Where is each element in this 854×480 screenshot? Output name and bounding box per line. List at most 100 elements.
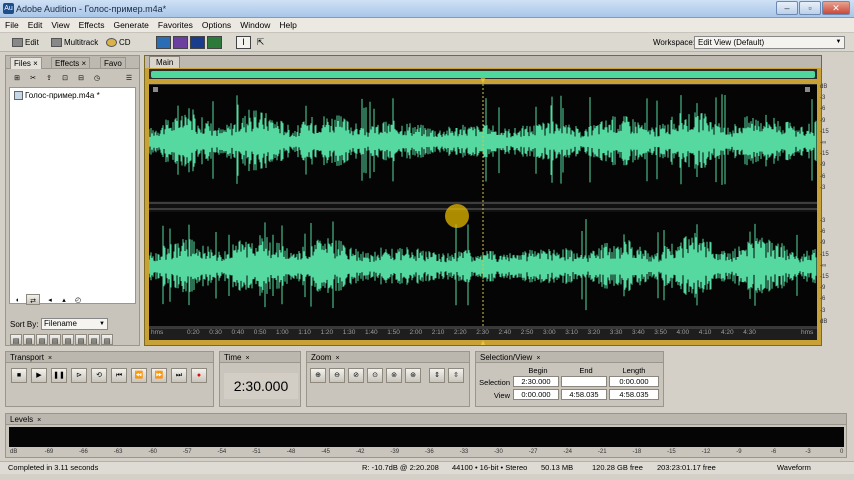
- edit-view-icon: [12, 38, 23, 48]
- tab-main[interactable]: Main: [149, 56, 181, 68]
- waveform-display-button[interactable]: [156, 36, 171, 49]
- close-icon[interactable]: ×: [33, 59, 38, 68]
- ruler-unit-left: hms: [151, 329, 164, 336]
- view-toggle-5[interactable]: ▤: [62, 334, 74, 345]
- open-file-icon[interactable]: ⊞: [10, 72, 24, 83]
- db-label: -6: [820, 296, 826, 303]
- close-icon[interactable]: ×: [536, 355, 540, 362]
- play-file-icon[interactable]: ◐: [12, 294, 24, 305]
- close-button[interactable]: ✕: [822, 1, 850, 15]
- rewind-button[interactable]: ⏪: [131, 368, 147, 383]
- waveform-area[interactable]: hms 0:20 0:30 0:40 0:50 1:00 1:10 1:20 1:30 1:40 1…: [149, 84, 817, 340]
- level-scale-label: -51: [252, 449, 261, 455]
- waveform-display[interactable]: [149, 84, 817, 328]
- db-label: -15: [820, 274, 829, 280]
- marquee-tool[interactable]: ⇱: [253, 36, 268, 49]
- zoom-left-edge-icon[interactable]: ⊚: [386, 368, 402, 383]
- sort-by-select[interactable]: Filename ▼: [41, 318, 108, 330]
- view-toggle-8[interactable]: ▤: [101, 334, 113, 345]
- pan-display-button[interactable]: [190, 36, 205, 49]
- tab-effects[interactable]: Effects ×: [51, 57, 91, 69]
- menu-generate[interactable]: Generate: [108, 18, 152, 30]
- play-button[interactable]: ▶: [31, 368, 47, 383]
- loop-file-icon[interactable]: ⇄: [26, 294, 40, 305]
- playhead-marker-top[interactable]: ▼: [479, 76, 487, 85]
- zoom-out-horizontal-icon[interactable]: ⊖: [329, 368, 345, 383]
- db-label: dB: [820, 84, 828, 90]
- close-icon[interactable]: ×: [245, 355, 249, 362]
- menu-effects[interactable]: Effects: [74, 18, 109, 30]
- volume-icon[interactable]: ◂: [44, 294, 56, 305]
- menu-favorites[interactable]: Favorites: [153, 18, 197, 30]
- stop-button[interactable]: ■: [11, 368, 27, 383]
- record-button[interactable]: ●: [191, 368, 207, 383]
- go-to-start-button[interactable]: ⏮: [111, 368, 127, 383]
- close-file-icon[interactable]: ✂: [26, 72, 40, 83]
- close-icon[interactable]: ×: [82, 59, 87, 68]
- fade-in-handle[interactable]: [153, 87, 158, 92]
- view-toggle-4[interactable]: ▤: [49, 334, 61, 345]
- phase-display-button[interactable]: [207, 36, 222, 49]
- menu-help[interactable]: Help: [274, 18, 300, 30]
- view-length-field[interactable]: 4:58.035: [609, 389, 659, 400]
- view-toggle-6[interactable]: ▤: [75, 334, 87, 345]
- toolbar: Edit Multitrack CD I ⇱ Workspace: Edit V…: [0, 33, 854, 52]
- selection-begin-field[interactable]: 2:30.000: [513, 376, 559, 387]
- zoom-out-vertical-icon[interactable]: ⇳: [448, 368, 464, 383]
- view-toggle-2[interactable]: ▤: [23, 334, 35, 345]
- level-icon[interactable]: ▴: [58, 294, 70, 305]
- loop-button[interactable]: ⟲: [91, 368, 107, 383]
- autoplay-icon[interactable]: ◷: [90, 72, 104, 83]
- close-icon[interactable]: ×: [48, 355, 52, 362]
- zoom-out-full-icon[interactable]: ⊘: [348, 368, 364, 383]
- options-icon[interactable]: ☰: [122, 72, 136, 83]
- menu-edit[interactable]: Edit: [23, 18, 47, 30]
- close-icon[interactable]: ×: [335, 355, 339, 362]
- edit-view-button[interactable]: Edit: [12, 35, 39, 50]
- db-label: -15: [820, 151, 829, 158]
- waveform-left-channel: [149, 94, 817, 185]
- cd-view-button[interactable]: CD: [106, 35, 131, 50]
- go-to-end-button[interactable]: ⏭: [171, 368, 187, 383]
- maximize-button[interactable]: ▫: [799, 1, 821, 15]
- level-scale-label: -27: [528, 449, 538, 455]
- menu-options[interactable]: Options: [197, 18, 235, 30]
- menu-window[interactable]: Window: [235, 18, 274, 30]
- length-column-header: Length: [622, 366, 646, 375]
- zoom-right-edge-icon[interactable]: ⊛: [405, 368, 421, 383]
- zoom-in-vertical-icon[interactable]: ⇕: [429, 368, 445, 383]
- mouse-cursor-highlight: [445, 204, 469, 228]
- view-toggle-3[interactable]: ▤: [36, 334, 48, 345]
- level-scale-label: -63: [113, 449, 123, 455]
- pause-button[interactable]: ❚❚: [51, 368, 67, 383]
- files-toolbar: ⊞ ✂ ⇪ ⊡ ⊟ ◷ ☰: [10, 72, 134, 84]
- play-from-cursor-button[interactable]: ⊳: [71, 368, 87, 383]
- view-begin-field[interactable]: 0:00.000: [513, 389, 559, 400]
- workspace-select[interactable]: Edit View (Default) ▼: [694, 36, 845, 49]
- zoom-to-selection-icon[interactable]: ⊙: [367, 368, 383, 383]
- edit-file-icon[interactable]: ⊟: [74, 72, 88, 83]
- import-icon[interactable]: ⇪: [42, 72, 56, 83]
- view-toggle-1[interactable]: ▤: [10, 334, 22, 345]
- fast-forward-button[interactable]: ⏩: [151, 368, 167, 383]
- spectral-display-button[interactable]: [173, 36, 188, 49]
- menu-file[interactable]: File: [0, 18, 23, 30]
- insert-icon[interactable]: ⊡: [58, 72, 72, 83]
- tab-favorites[interactable]: Favo: [100, 57, 126, 69]
- view-toggle-7[interactable]: ▤: [88, 334, 100, 345]
- tab-files[interactable]: Files ×: [10, 57, 42, 69]
- fade-out-handle[interactable]: [805, 87, 810, 92]
- zoom-in-horizontal-icon[interactable]: ⊕: [310, 368, 326, 383]
- selection-end-field[interactable]: [561, 376, 607, 387]
- list-item[interactable]: Голос-пример.m4a *: [14, 91, 100, 101]
- menu-view[interactable]: View: [46, 18, 73, 30]
- ruler-tick-label: 1:40: [365, 329, 378, 336]
- db-label: -3: [820, 184, 826, 191]
- selection-length-field[interactable]: 0:00.000: [609, 376, 659, 387]
- autoplay-toggle-icon[interactable]: ◴: [72, 294, 84, 305]
- time-selection-tool[interactable]: I: [236, 36, 251, 49]
- minimize-button[interactable]: ‒: [776, 1, 798, 15]
- playhead-marker-bottom[interactable]: ▲: [479, 338, 487, 347]
- view-end-field[interactable]: 4:58.035: [561, 389, 607, 400]
- multitrack-view-button[interactable]: Multitrack: [51, 35, 98, 50]
